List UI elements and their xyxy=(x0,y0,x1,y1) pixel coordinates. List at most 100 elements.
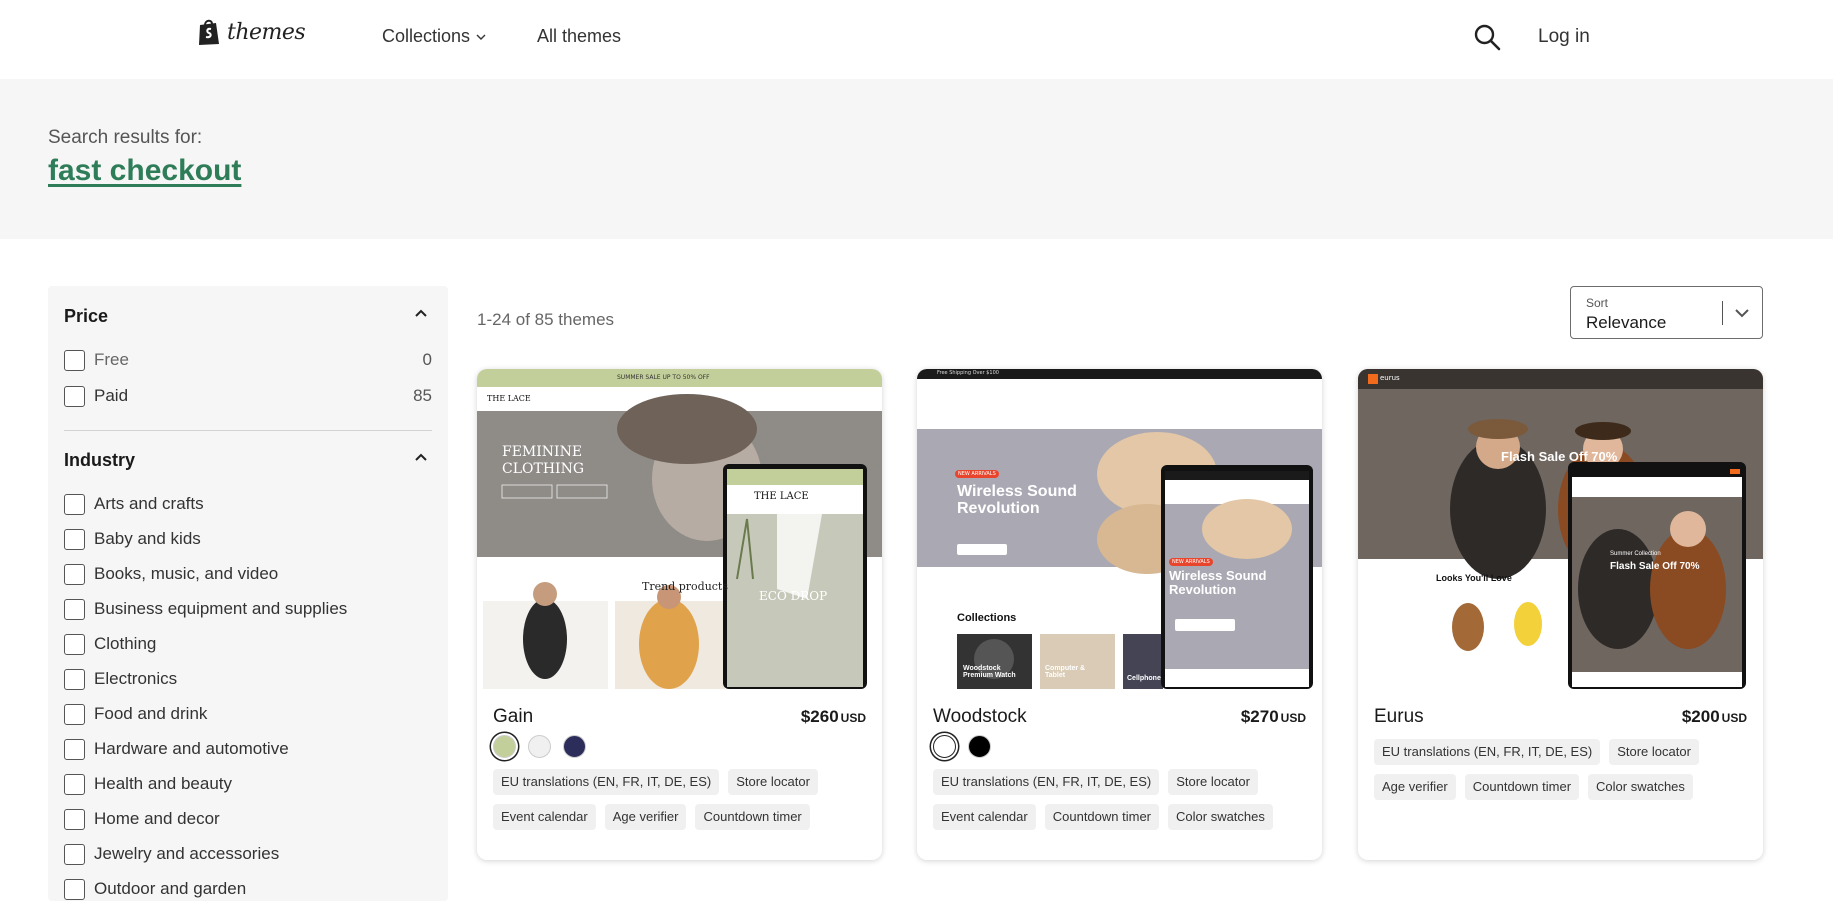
nav-collections[interactable]: Collections xyxy=(382,26,486,47)
preview-brand: eurus xyxy=(1380,374,1400,382)
industry-filter-option[interactable]: Food and drink xyxy=(64,702,432,726)
theme-name[interactable]: Gain xyxy=(493,706,533,728)
checkbox[interactable] xyxy=(64,808,85,830)
feature-tag: Countdown timer xyxy=(695,804,810,830)
theme-name[interactable]: Eurus xyxy=(1374,706,1424,728)
feature-tags: EU translations (EN, FR, IT, DE, ES) Sto… xyxy=(933,769,1313,830)
filter-label: Health and beauty xyxy=(94,774,232,793)
checkbox[interactable] xyxy=(64,668,85,690)
industry-filter-option[interactable]: Business equipment and supplies xyxy=(64,597,432,621)
industry-filter-option[interactable]: Home and decor xyxy=(64,807,432,831)
color-swatch[interactable] xyxy=(528,735,551,758)
theme-preview[interactable]: Free Shipping Over $100 NEW ARRIVALS Wir… xyxy=(917,369,1322,689)
sort-select[interactable]: Sort Relevance xyxy=(1570,286,1763,339)
chevron-up-icon[interactable] xyxy=(414,452,428,462)
industry-filter-option[interactable]: Jewelry and accessories xyxy=(64,842,432,866)
nav-collections-label: Collections xyxy=(382,26,471,46)
preview-mobile-hero: Flash Sale Off 70% xyxy=(1610,561,1700,572)
preview-section: Collections xyxy=(957,612,1017,624)
checkbox[interactable] xyxy=(64,563,85,585)
price-filter-title[interactable]: Price xyxy=(64,306,108,327)
price-amount: $200 xyxy=(1681,707,1720,726)
industry-filter-option[interactable]: Hardware and automotive xyxy=(64,737,432,761)
filter-label: Outdoor and garden xyxy=(94,879,247,898)
filter-label: Free xyxy=(94,350,129,369)
feature-tag: Color swatches xyxy=(1168,804,1273,830)
checkbox[interactable] xyxy=(64,738,85,760)
checkbox[interactable] xyxy=(64,878,85,900)
feature-tag: Store locator xyxy=(1168,769,1258,795)
checkbox[interactable] xyxy=(64,493,85,515)
shopify-themes-logo[interactable]: themes xyxy=(197,18,306,46)
feature-tag: Color swatches xyxy=(1588,774,1693,800)
feature-tag: EU translations (EN, FR, IT, DE, ES) xyxy=(933,769,1160,795)
checkbox[interactable] xyxy=(64,843,85,865)
industry-filter-option[interactable]: Outdoor and garden xyxy=(64,877,432,901)
theme-card-eurus[interactable]: eurus Flash Sale Off 70% Looks You'll Lo… xyxy=(1358,369,1763,860)
logo-text: themes xyxy=(227,19,306,45)
checkbox[interactable] xyxy=(64,385,85,407)
checkbox[interactable] xyxy=(64,703,85,725)
feature-tag: Event calendar xyxy=(493,804,596,830)
theme-preview[interactable]: SUMMER SALE UP TO 50% OFF THE LACE FEMIN… xyxy=(477,369,882,689)
search-icon[interactable] xyxy=(1473,23,1501,51)
preview-promo: Free Shipping Over $100 xyxy=(937,370,999,376)
industry-filter-option[interactable]: Clothing xyxy=(64,632,432,656)
filter-label: Arts and crafts xyxy=(94,494,204,513)
price-amount: $270 xyxy=(1240,707,1279,726)
theme-card-gain[interactable]: SUMMER SALE UP TO 50% OFF THE LACE FEMIN… xyxy=(477,369,882,860)
theme-preview-image xyxy=(917,369,1322,689)
filter-label: Food and drink xyxy=(94,704,208,723)
theme-name[interactable]: Woodstock xyxy=(933,706,1027,728)
industry-filter-option[interactable]: Health and beauty xyxy=(64,772,432,796)
search-results-banner: Search results for: fast checkout xyxy=(0,79,1833,239)
preview-mobile-hero: Wireless Sound Revolution xyxy=(1169,568,1267,597)
color-swatches xyxy=(933,735,991,758)
chevron-up-icon[interactable] xyxy=(414,308,428,318)
divider xyxy=(64,430,432,431)
price-filter-free[interactable]: Free 0 xyxy=(64,348,432,372)
price-amount: $260 xyxy=(800,707,839,726)
chevron-down-icon xyxy=(1735,309,1749,318)
color-swatch[interactable] xyxy=(493,735,516,758)
color-swatch[interactable] xyxy=(563,735,586,758)
checkbox[interactable] xyxy=(64,633,85,655)
color-swatch[interactable] xyxy=(933,735,956,758)
preview-mobile-badge: NEW ARRIVALS xyxy=(1169,558,1213,566)
preview-promo: SUMMER SALE UP TO 50% OFF xyxy=(617,374,710,381)
theme-preview-image xyxy=(1358,369,1763,689)
industry-filter-title[interactable]: Industry xyxy=(64,450,135,471)
theme-price: $270 USD xyxy=(1241,707,1306,727)
checkbox[interactable] xyxy=(64,349,85,371)
nav-all-themes[interactable]: All themes xyxy=(537,26,621,47)
color-swatch[interactable] xyxy=(968,735,991,758)
search-results-label: Search results for: xyxy=(48,127,203,148)
filter-label: Business equipment and supplies xyxy=(94,599,348,618)
feature-tag: Countdown timer xyxy=(1464,774,1580,800)
feature-tag: EU translations (EN, FR, IT, DE, ES) xyxy=(493,769,720,795)
preview-hero: Flash Sale Off 70% xyxy=(1501,449,1618,464)
preview-badge: NEW ARRIVALS xyxy=(955,470,999,478)
login-link[interactable]: Log in xyxy=(1538,26,1590,48)
checkbox[interactable] xyxy=(64,528,85,550)
preview-hero: Wireless Sound Revolution xyxy=(957,483,1077,517)
theme-card-woodstock[interactable]: Free Shipping Over $100 NEW ARRIVALS Wir… xyxy=(917,369,1322,860)
theme-preview[interactable]: eurus Flash Sale Off 70% Looks You'll Lo… xyxy=(1358,369,1763,689)
chevron-down-icon xyxy=(476,34,486,40)
search-query-link[interactable]: fast checkout xyxy=(48,154,241,188)
industry-filter-option[interactable]: Books, music, and video xyxy=(64,562,432,586)
checkbox[interactable] xyxy=(64,773,85,795)
price-filter-paid[interactable]: Paid 85 xyxy=(64,384,432,408)
filter-label: Baby and kids xyxy=(94,529,201,548)
industry-filter-option[interactable]: Arts and crafts xyxy=(64,492,432,516)
industry-filter-option[interactable]: Electronics xyxy=(64,667,432,691)
feature-tag: Age verifier xyxy=(1374,774,1456,800)
filter-count: 0 xyxy=(422,350,432,369)
checkbox[interactable] xyxy=(64,598,85,620)
filter-label: Jewelry and accessories xyxy=(94,844,280,863)
preview-mobile-hero: ECO DROP xyxy=(759,589,828,603)
filter-label: Paid xyxy=(94,386,129,405)
filter-count: 85 xyxy=(413,386,432,405)
industry-filter-option[interactable]: Baby and kids xyxy=(64,527,432,551)
nav-all-themes-label: All themes xyxy=(537,26,622,46)
